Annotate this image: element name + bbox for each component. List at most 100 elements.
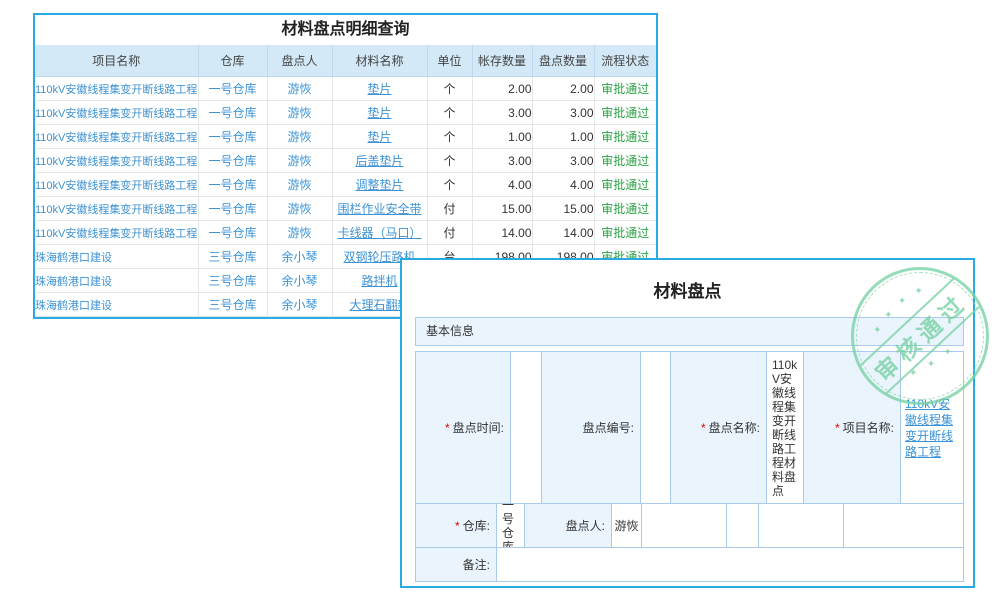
warehouse-label: * 仓库: xyxy=(416,504,496,547)
book-qty-cell: 1.00 xyxy=(472,125,532,149)
unit-cell: 个 xyxy=(427,149,472,173)
form-row-1: * 盘点时间: 盘点编号: * 盘点名称: 110kV安徽线程集变开断线路工程材… xyxy=(416,352,963,503)
material-name-link[interactable]: 卡线器（马口） xyxy=(332,221,427,245)
required-marker: * xyxy=(835,421,840,435)
project-name-link[interactable]: 110kV安徽线程集变开断线路工程 xyxy=(35,101,198,125)
status-cell: 审批通过 xyxy=(594,221,656,245)
empty-cell xyxy=(726,504,758,547)
form-title: 材料盘点 xyxy=(402,277,973,302)
inventory-time-field xyxy=(510,352,541,503)
warehouse-cell: 三号仓库 xyxy=(198,269,267,293)
col-header-material: 材料名称 xyxy=(332,45,427,77)
col-header-project: 项目名称 xyxy=(35,45,198,77)
count-qty-cell: 14.00 xyxy=(532,221,594,245)
status-cell: 审批通过 xyxy=(594,77,656,101)
project-name-link[interactable]: 110kV安徽线程集变开断线路工程 xyxy=(901,396,963,460)
unit-cell: 个 xyxy=(427,125,472,149)
person-cell: 余小琴 xyxy=(267,269,332,293)
unit-cell: 付 xyxy=(427,221,472,245)
book-qty-cell: 3.00 xyxy=(472,101,532,125)
status-cell: 审批通过 xyxy=(594,197,656,221)
warehouse-cell: 一号仓库 xyxy=(198,197,267,221)
empty-cell xyxy=(758,504,843,547)
material-inventory-form-panel: 材料盘点 基本信息 * 盘点时间: 盘点编号: * 盘点名称: 110kV安徽线… xyxy=(400,258,975,588)
warehouse-cell: 一号仓库 xyxy=(198,221,267,245)
person-cell: 游恢 xyxy=(267,101,332,125)
person-cell: 游恢 xyxy=(267,77,332,101)
status-cell: 审批通过 xyxy=(594,149,656,173)
count-qty-cell: 3.00 xyxy=(532,101,594,125)
project-name-link[interactable]: 110kV安徽线程集变开断线路工程 xyxy=(35,149,198,173)
warehouse-cell: 一号仓库 xyxy=(198,173,267,197)
table-row: 110kV安徽线程集变开断线路工程 一号仓库 游恢 垫片 个 1.00 1.00… xyxy=(35,125,656,149)
project-name-link[interactable]: 珠海鹤港口建设 xyxy=(35,293,198,317)
project-name-label: * 项目名称: xyxy=(803,352,900,503)
project-name-link[interactable]: 珠海鹤港口建设 xyxy=(35,269,198,293)
material-name-link[interactable]: 垫片 xyxy=(332,101,427,125)
inventory-name-field: 110kV安徽线程集变开断线路工程材料盘点 xyxy=(766,352,803,503)
project-name-link[interactable]: 110kV安徽线程集变开断线路工程 xyxy=(35,221,198,245)
material-name-link[interactable]: 垫片 xyxy=(332,125,427,149)
person-cell: 游恢 xyxy=(267,149,332,173)
warehouse-cell: 一号仓库 xyxy=(198,149,267,173)
unit-cell: 个 xyxy=(427,77,472,101)
status-cell: 审批通过 xyxy=(594,101,656,125)
basic-info-grid: * 盘点时间: 盘点编号: * 盘点名称: 110kV安徽线程集变开断线路工程材… xyxy=(415,351,964,582)
table-row: 110kV安徽线程集变开断线路工程 一号仓库 游恢 调整垫片 个 4.00 4.… xyxy=(35,173,656,197)
person-cell: 余小琴 xyxy=(267,245,332,269)
col-header-warehouse: 仓库 xyxy=(198,45,267,77)
status-cell: 审批通过 xyxy=(594,173,656,197)
count-qty-cell: 2.00 xyxy=(532,77,594,101)
inventory-no-field xyxy=(640,352,670,503)
person-cell: 余小琴 xyxy=(267,293,332,317)
inventory-name-label: * 盘点名称: xyxy=(670,352,766,503)
person-label: 盘点人: xyxy=(524,504,611,547)
required-marker: * xyxy=(445,421,450,435)
col-header-status: 流程状态 xyxy=(594,45,656,77)
book-qty-cell: 14.00 xyxy=(472,221,532,245)
project-name-link[interactable]: 110kV安徽线程集变开断线路工程 xyxy=(35,125,198,149)
material-name-link[interactable]: 垫片 xyxy=(332,77,427,101)
book-qty-cell: 2.00 xyxy=(472,77,532,101)
status-cell: 审批通过 xyxy=(594,125,656,149)
person-field: 游恢 xyxy=(611,504,641,547)
form-row-2: * 仓库: 一号仓库 盘点人: 游恢 xyxy=(416,503,963,547)
remark-label: 备注: xyxy=(416,548,496,581)
table-row: 110kV安徽线程集变开断线路工程 一号仓库 游恢 围栏作业安全带 付 15.0… xyxy=(35,197,656,221)
material-name-link[interactable]: 后盖垫片 xyxy=(332,149,427,173)
project-name-link[interactable]: 110kV安徽线程集变开断线路工程 xyxy=(35,77,198,101)
warehouse-cell: 一号仓库 xyxy=(198,101,267,125)
project-name-link[interactable]: 110kV安徽线程集变开断线路工程 xyxy=(35,197,198,221)
material-name-link[interactable]: 围栏作业安全带 xyxy=(332,197,427,221)
inventory-time-label: * 盘点时间: xyxy=(416,352,510,503)
project-name-field: 110kV安徽线程集变开断线路工程 xyxy=(900,352,963,503)
table-header-row: 项目名称 仓库 盘点人 材料名称 单位 帐存数量 盘点数量 流程状态 xyxy=(35,45,656,77)
person-cell: 游恢 xyxy=(267,173,332,197)
empty-cell xyxy=(641,504,726,547)
col-header-count-qty: 盘点数量 xyxy=(532,45,594,77)
warehouse-cell: 一号仓库 xyxy=(198,77,267,101)
unit-cell: 个 xyxy=(427,101,472,125)
col-header-person: 盘点人 xyxy=(267,45,332,77)
basic-info-section-header: 基本信息 xyxy=(415,317,964,346)
book-qty-cell: 3.00 xyxy=(472,149,532,173)
col-header-unit: 单位 xyxy=(427,45,472,77)
required-marker: * xyxy=(455,519,460,533)
table-row: 110kV安徽线程集变开断线路工程 一号仓库 游恢 垫片 个 3.00 3.00… xyxy=(35,101,656,125)
material-name-link[interactable]: 调整垫片 xyxy=(332,173,427,197)
count-qty-cell: 4.00 xyxy=(532,173,594,197)
query-panel-title: 材料盘点明细查询 xyxy=(35,15,656,45)
book-qty-cell: 15.00 xyxy=(472,197,532,221)
warehouse-cell: 三号仓库 xyxy=(198,245,267,269)
count-qty-cell: 1.00 xyxy=(532,125,594,149)
book-qty-cell: 4.00 xyxy=(472,173,532,197)
col-header-book-qty: 帐存数量 xyxy=(472,45,532,77)
person-cell: 游恢 xyxy=(267,197,332,221)
count-qty-cell: 3.00 xyxy=(532,149,594,173)
project-name-link[interactable]: 110kV安徽线程集变开断线路工程 xyxy=(35,173,198,197)
table-row: 110kV安徽线程集变开断线路工程 一号仓库 游恢 后盖垫片 个 3.00 3.… xyxy=(35,149,656,173)
project-name-link[interactable]: 珠海鹤港口建设 xyxy=(35,245,198,269)
unit-cell: 付 xyxy=(427,197,472,221)
empty-cell xyxy=(843,504,963,547)
person-cell: 游恢 xyxy=(267,125,332,149)
